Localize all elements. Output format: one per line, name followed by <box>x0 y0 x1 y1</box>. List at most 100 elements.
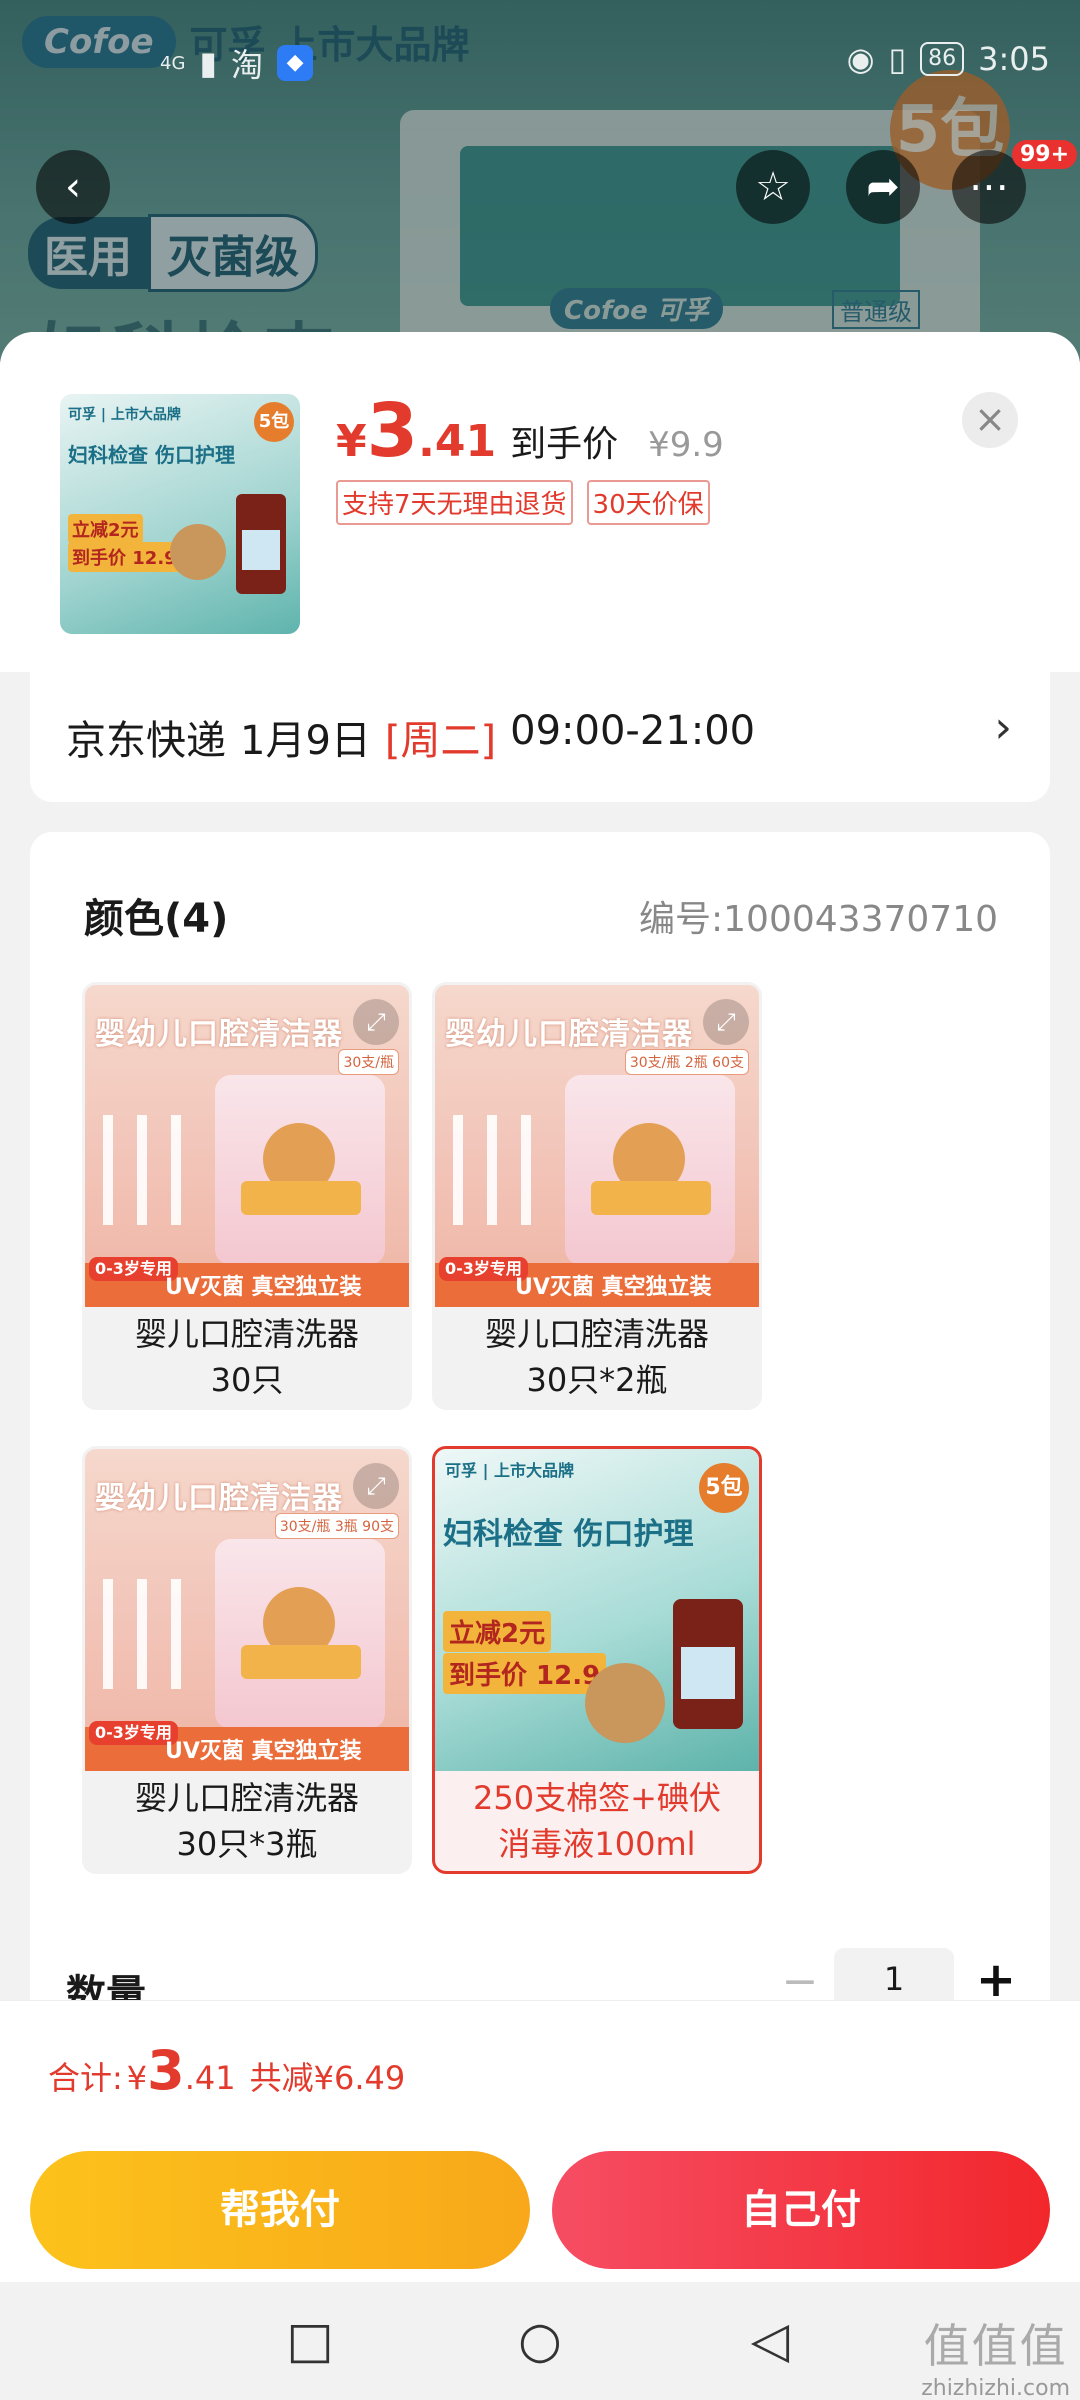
expand-icon[interactable]: ⤢ <box>353 999 399 1045</box>
cleaner-sticks-image <box>103 1579 203 1689</box>
purchase-sheet: 可孚 | 上市大品牌 妇科检查 伤口护理 立减2元 到手价 12.9 5包 ¥ … <box>0 332 1080 2282</box>
variant-image: 婴幼儿口腔清洁器 30支/瓶 3瓶 90支 0-3岁专用 UV灭菌 真空独立装 … <box>85 1449 409 1771</box>
favorite-button[interactable]: ☆ <box>736 150 810 224</box>
thumb-promo-price: 到手价 12.9 <box>68 542 181 572</box>
variant-feature-band: 0-3岁专用 UV灭菌 真空独立装 <box>85 1721 409 1771</box>
circle-icon: ○ <box>518 2311 562 2369</box>
variant-image: 婴幼儿口腔清洁器 30支/瓶 0-3岁专用 UV灭菌 真空独立装 ⤢ <box>85 985 409 1307</box>
thumb-promo: 立减2元 <box>68 514 143 544</box>
total-decimal: .41 <box>184 2059 236 2097</box>
eye-comfort-icon: ◉ <box>846 40 875 78</box>
thumb-brand: 可孚 | 上市大品牌 <box>68 407 181 423</box>
back-button[interactable]: ‹ <box>36 150 110 224</box>
variant-image-title: 婴幼儿口腔清洁器 <box>95 1017 343 1052</box>
variant-label-line2: 30只*3瓶 <box>176 1825 318 1863</box>
iodine-bottle-image <box>673 1599 743 1729</box>
system-back-button[interactable]: ◁ <box>740 2310 800 2370</box>
thumb-headline: 妇科检查 伤口护理 <box>68 443 235 467</box>
battery-icon: 86 <box>920 42 965 76</box>
feature-text: UV灭菌 真空独立装 <box>165 1739 362 1764</box>
variant-feature-band: 0-3岁专用 UV灭菌 真空独立装 <box>435 1257 759 1307</box>
service-tags: 支持7天无理由退货 30天价保 <box>336 480 710 525</box>
watermark-logo: 值值值 <box>923 2319 1068 2373</box>
variant-option[interactable]: 婴幼儿口腔清洁器 30支/瓶 0-3岁专用 UV灭菌 真空独立装 ⤢ 婴儿口腔清… <box>82 982 412 1410</box>
variant-image: 可孚 | 上市大品牌 妇科检查 伤口护理 立减2元 到手价 12.9 5包 <box>435 1449 759 1771</box>
recent-apps-button[interactable]: □ <box>280 2310 340 2370</box>
cleaner-sticks-image <box>103 1115 203 1225</box>
variant-promo-price: 到手价 12.9 <box>443 1653 607 1694</box>
variant-image: 婴幼儿口腔清洁器 30支/瓶 2瓶 60支 0-3岁专用 UV灭菌 真空独立装 … <box>435 985 759 1307</box>
signal-icon: 4G <box>160 52 186 74</box>
return-policy-tag: 支持7天无理由退货 <box>336 480 573 525</box>
thumb-bag-badge: 5包 <box>254 402 294 442</box>
variant-label: 婴儿口腔清洗器 30只*2瓶 <box>435 1307 759 1407</box>
close-icon: × <box>974 397 1006 441</box>
shipping-date: 1月9日 <box>240 718 371 764</box>
variant-option[interactable]: 婴幼儿口腔清洁器 30支/瓶 3瓶 90支 0-3岁专用 UV灭菌 真空独立装 … <box>82 1446 412 1874</box>
help-me-pay-button[interactable]: 帮我付 <box>30 2151 530 2269</box>
pay-myself-button[interactable]: 自己付 <box>552 2151 1050 2269</box>
sku-number: 编号:100043370710 <box>639 899 998 940</box>
status-bar: 4G ▮ 淘 ◆ ◉ ▯ 86 3:05 <box>0 40 1080 90</box>
variant-label-line2: 消毒液100ml <box>498 1825 696 1863</box>
variant-label: 婴儿口腔清洗器 30只*3瓶 <box>85 1771 409 1871</box>
signal-bars-icon: ▮ <box>199 44 218 82</box>
home-button[interactable]: ○ <box>510 2310 570 2370</box>
square-icon: □ <box>286 2311 334 2369</box>
variant-feature-band: 0-3岁专用 UV灭菌 真空独立装 <box>85 1257 409 1307</box>
variant-label: 婴儿口腔清洗器 30只 <box>85 1307 409 1407</box>
jar-label <box>241 1645 361 1679</box>
star-icon: ☆ <box>755 164 791 210</box>
variant-label: 250支棉签+碘伏 消毒液100ml <box>435 1771 759 1871</box>
variant-label-line2: 30只 <box>210 1361 284 1399</box>
taobao-notif-icon: 淘 <box>231 46 264 84</box>
product-thumbnail[interactable]: 可孚 | 上市大品牌 妇科检查 伤口护理 立减2元 到手价 12.9 5包 <box>60 394 300 634</box>
variant-promo: 立减2元 <box>443 1611 552 1652</box>
price-currency: ¥ <box>336 416 367 467</box>
clock: 3:05 <box>978 40 1050 78</box>
variant-count-badge: 30支/瓶 <box>338 1049 399 1075</box>
original-price: ¥9.9 <box>648 425 724 465</box>
sheet-header: 可孚 | 上市大品牌 妇科检查 伤口护理 立减2元 到手价 12.9 5包 ¥ … <box>0 332 1080 672</box>
app-notif-icon: ◆ <box>277 45 314 81</box>
cleaner-sticks-image <box>453 1115 553 1225</box>
price-protection-tag: 30天价保 <box>586 480 710 525</box>
variant-image-title: 婴幼儿口腔清洁器 <box>445 1017 693 1052</box>
options-card: 颜色(4) 编号:100043370710 婴幼儿口腔清洁器 30支/瓶 0-3… <box>30 832 1050 2032</box>
variant-count-badge: 30支/瓶 2瓶 60支 <box>624 1049 749 1075</box>
shipping-row[interactable]: 京东快递 1月9日 [周二] 09:00-21:00 › <box>30 672 1050 802</box>
notification-badge: 99+ <box>1012 140 1078 169</box>
total-integer: 3 <box>147 2039 185 2102</box>
expand-icon[interactable]: ⤢ <box>353 1463 399 1509</box>
system-navigation-bar: □ ○ ◁ <box>0 2282 1080 2400</box>
expand-icon[interactable]: ⤢ <box>703 999 749 1045</box>
feature-text: UV灭菌 真空独立装 <box>165 1275 362 1300</box>
share-button[interactable]: ➦ <box>846 150 920 224</box>
jar-label <box>591 1181 711 1215</box>
variant-image-brand: 可孚 | 上市大品牌 <box>445 1461 574 1480</box>
variant-label-line1: 250支棉签+碘伏 <box>473 1779 721 1817</box>
price-line: ¥ 3 .41 到手价 ¥9.9 <box>336 388 724 474</box>
vibrate-icon: ▯ <box>888 40 907 78</box>
chevron-right-icon: › <box>994 702 1012 753</box>
close-button[interactable]: × <box>962 392 1018 448</box>
variant-label-line1: 婴儿口腔清洗器 <box>134 1779 359 1817</box>
variant-label-line2: 30只*2瓶 <box>526 1361 668 1399</box>
watermark-site: zhizhizhi.com <box>921 2376 1070 2400</box>
variant-option[interactable]: 婴幼儿口腔清洁器 30支/瓶 2瓶 60支 0-3岁专用 UV灭菌 真空独立装 … <box>432 982 762 1410</box>
shipping-time-window: 09:00-21:00 <box>510 708 756 754</box>
variant-option-selected[interactable]: 可孚 | 上市大品牌 妇科检查 伤口护理 立减2元 到手价 12.9 5包 25… <box>432 1446 762 1874</box>
variant-label-line1: 婴儿口腔清洗器 <box>134 1315 359 1353</box>
price-integer: 3 <box>366 388 419 474</box>
checkout-footer: 合计: ¥ 3 .41 共减¥6.49 帮我付 自己付 <box>0 2000 1080 2282</box>
total-currency: ¥ <box>126 2059 148 2097</box>
feature-text: UV灭菌 真空独立装 <box>515 1275 712 1300</box>
iodine-bottle-image <box>236 494 286 594</box>
variant-image-title: 婴幼儿口腔清洁器 <box>95 1481 343 1516</box>
bear-mascot-image <box>170 524 226 580</box>
price-suffix: 到手价 <box>510 424 619 465</box>
shipping-text: 京东快递 1月9日 [周二] 09:00-21:00 <box>66 708 755 766</box>
chevron-left-icon: ‹ <box>65 164 81 210</box>
color-section-title: 颜色(4) <box>84 896 229 942</box>
variant-image-title: 妇科检查 伤口护理 <box>443 1517 694 1552</box>
